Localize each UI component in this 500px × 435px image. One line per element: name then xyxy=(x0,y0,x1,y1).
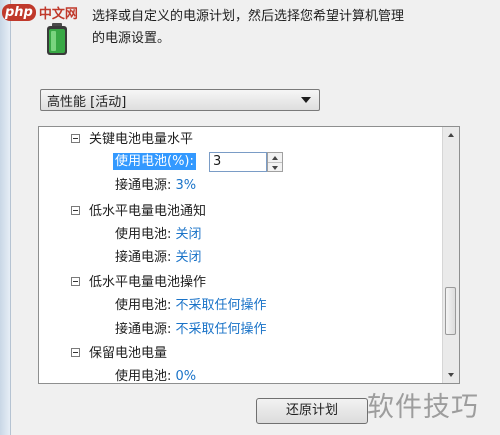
setting-label: 接通电源: xyxy=(115,178,172,193)
tree-item-on-battery[interactable]: 使用电池: 关闭 xyxy=(115,225,202,245)
power-settings-tree[interactable]: 关键电池电量水平 使用电池(%): 3 接通电源: 3% 低水平电量电池通知 使… xyxy=(38,126,460,384)
power-plan-dropdown[interactable]: 高性能 [活动] xyxy=(40,89,320,111)
tree-item-plugged-in[interactable]: 接通电源: 不采取任何操作 xyxy=(115,320,267,340)
chevron-down-icon xyxy=(301,97,311,103)
setting-label: 使用电池: xyxy=(115,227,172,242)
scroll-up-button[interactable] xyxy=(443,127,459,143)
setting-value-link[interactable]: 关闭 xyxy=(176,250,202,265)
tree-item-plugged-in[interactable]: 接通电源: 关闭 xyxy=(115,248,202,268)
tree-item-on-battery[interactable]: 使用电池: 0% xyxy=(115,367,197,384)
scrollbar-thumb[interactable] xyxy=(445,287,456,335)
setting-value-link[interactable]: 关闭 xyxy=(176,227,202,242)
tree-group-reserve-battery-level[interactable]: 保留电池电量 xyxy=(71,344,167,364)
setting-label: 接通电源: xyxy=(115,322,172,337)
setting-label: 接通电源: xyxy=(115,250,172,265)
setting-value-link[interactable]: 0% xyxy=(176,369,197,383)
window-left-border xyxy=(0,0,11,435)
vertical-scrollbar[interactable] xyxy=(442,127,459,383)
caret-up-icon xyxy=(272,155,278,160)
group-label: 保留电池电量 xyxy=(89,346,168,361)
spinner-up-button[interactable] xyxy=(268,153,282,163)
tree-item-plugged-in[interactable]: 接通电源: 3% xyxy=(115,176,196,196)
setting-value-link[interactable]: 不采取任何操作 xyxy=(176,298,267,313)
collapse-toggle-icon[interactable] xyxy=(71,206,80,215)
corner-watermark: 软件技巧 xyxy=(367,391,479,423)
tree-item-on-battery[interactable]: 使用电池: 不采取任何操作 xyxy=(115,296,267,316)
collapse-toggle-icon[interactable] xyxy=(71,277,80,286)
power-plan-selected: 高性能 [活动] xyxy=(47,94,127,110)
critical-level-spinner[interactable] xyxy=(267,152,283,172)
page-description: 选择或自定义的电源计划，然后选择您希望计算机管理 的电源设置。 xyxy=(92,6,492,50)
setting-label: 使用电池: xyxy=(115,369,172,384)
collapse-toggle-icon[interactable] xyxy=(71,348,80,357)
tree-group-critical-battery-level[interactable]: 关键电池电量水平 xyxy=(71,130,193,150)
setting-label: 使用电池: xyxy=(115,298,172,313)
spinner-down-button[interactable] xyxy=(268,163,282,172)
battery-icon xyxy=(47,23,67,55)
critical-level-input[interactable]: 3 xyxy=(209,152,267,172)
tree-group-low-battery-notification[interactable]: 低水平电量电池通知 xyxy=(71,202,206,222)
setting-value-link[interactable]: 不采取任何操作 xyxy=(176,322,267,337)
collapse-toggle-icon[interactable] xyxy=(71,134,80,143)
site-watermark: php 中文网 xyxy=(2,2,82,22)
description-line-1: 选择或自定义的电源计划，然后选择您希望计算机管理 xyxy=(92,9,405,24)
watermark-brand: php xyxy=(2,3,36,21)
setting-label-selected: 使用电池(%): xyxy=(113,153,196,170)
tree-item-on-battery[interactable]: 使用电池(%): xyxy=(113,152,196,172)
group-label: 低水平电量电池通知 xyxy=(89,204,207,219)
group-label: 低水平电量电池操作 xyxy=(89,275,207,290)
setting-value-link[interactable]: 3% xyxy=(176,178,197,193)
group-label: 关键电池电量水平 xyxy=(89,132,194,147)
caret-up-icon xyxy=(448,133,454,137)
description-line-2: 的电源设置。 xyxy=(92,31,171,46)
caret-down-icon xyxy=(272,165,278,170)
watermark-suffix: 中文网 xyxy=(38,6,78,22)
tree-group-low-battery-action[interactable]: 低水平电量电池操作 xyxy=(71,273,206,293)
